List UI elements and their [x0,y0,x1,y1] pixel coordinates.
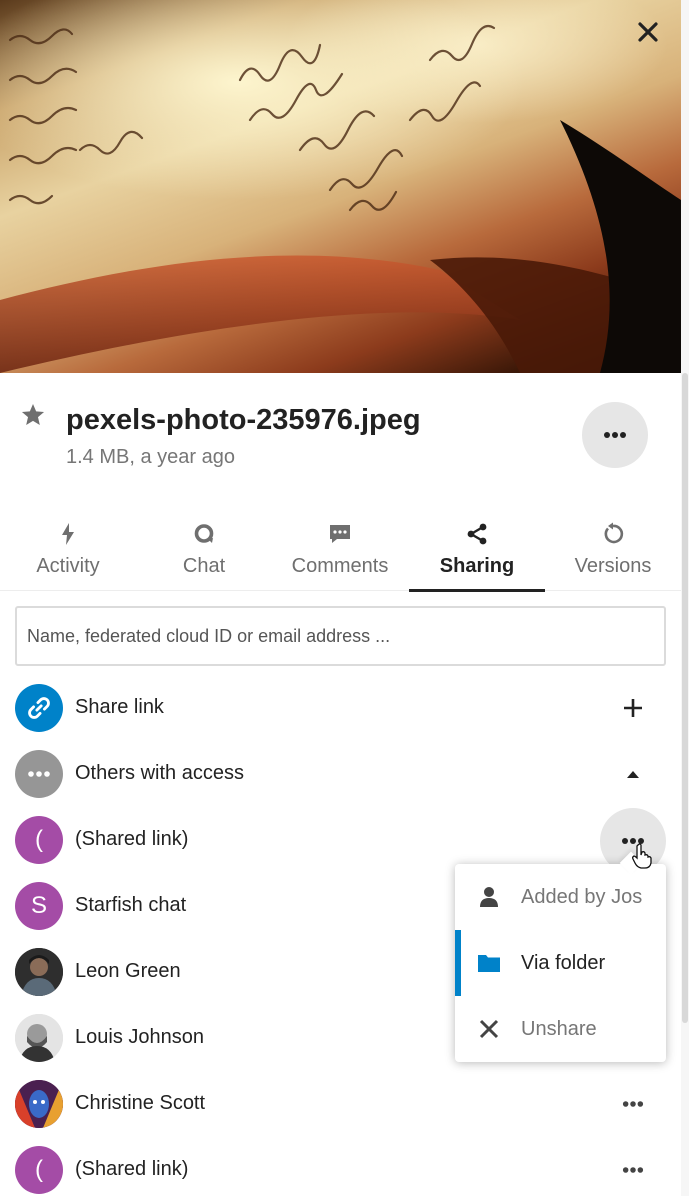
bolt-icon [62,523,74,545]
avatar-letter: ( [35,826,43,853]
menu-item-label: Unshare [521,1018,597,1040]
share-item-row: Christine Scott [15,1080,667,1130]
tab-label: Versions [574,555,652,577]
close-sidebar-button[interactable] [626,16,670,48]
share-item-label: Christine Scott [75,1092,206,1114]
share-item-label: (Shared link) [75,828,189,850]
tab-label: Activity [36,555,100,577]
share-item-row: ( (Shared link) [15,1146,667,1196]
avatar [15,1080,63,1128]
menu-item-via-folder[interactable]: Via folder [455,930,666,996]
tab-label: Sharing [439,555,515,577]
avatar-letter: S [30,892,47,919]
avatar: S [15,882,63,930]
share-item-menu-button[interactable] [613,1154,653,1186]
others-avatar [15,750,63,798]
menu-item-unshare[interactable]: Unshare [455,996,666,1062]
scrollbar-thumb[interactable] [682,373,688,1023]
others-with-access-row[interactable]: Others with access [15,750,667,800]
avatar: ( [15,816,63,864]
user-photo [15,1014,63,1062]
link-icon [28,697,50,719]
share-item-row: ( (Shared link) [15,808,667,874]
more-icon [28,771,50,777]
others-with-access-label: Others with access [75,762,244,784]
file-actions-button[interactable] [582,402,648,468]
tab-versions[interactable]: Versions [545,516,681,591]
user-photo [15,948,63,996]
tab-sharing[interactable]: Sharing [409,516,545,592]
history-icon [604,522,624,544]
tab-activity[interactable]: Activity [0,516,136,591]
menu-item-added-by[interactable]: Added by Jos [455,864,666,930]
close-icon [638,22,658,42]
avatar [15,1014,63,1062]
menu-item-label: Added by Jos [521,886,643,908]
share-item-menu-button[interactable] [613,1088,653,1120]
avatar: ( [15,1146,63,1194]
share-link-label: Share link [75,696,164,718]
avatar-letter: ( [35,1156,43,1183]
more-icon [622,1101,644,1107]
share-link-row: Share link [15,684,667,734]
collapse-others-button[interactable] [613,758,653,790]
user-icon [480,887,498,907]
share-icon [467,523,487,545]
caret-up-icon [627,771,639,778]
chat-icon [194,524,214,543]
more-icon [622,838,644,844]
book-illustration [0,24,681,373]
tab-chat[interactable]: Chat [136,516,272,591]
share-item-label: Leon Green [75,960,181,982]
link-avatar [15,684,63,732]
add-share-link-button[interactable] [613,692,653,724]
file-preview-image [0,0,681,373]
file-meta: 1.4 MB, a year ago [66,446,235,468]
user-photo [15,1080,63,1128]
share-item-label: Starfish chat [75,894,187,916]
comments-icon [330,525,350,543]
more-icon [604,432,626,438]
share-search-input[interactable] [15,606,666,666]
avatar [15,948,63,996]
more-icon [622,1167,644,1173]
folder-icon [478,955,500,972]
sidebar-tabs: Activity Chat Comments Sharing Versions [0,516,681,592]
file-name: pexels-photo-235976.jpeg [66,404,421,436]
tab-comments[interactable]: Comments [272,516,408,591]
menu-item-label: Via folder [521,952,606,974]
favorite-star-icon[interactable] [20,402,46,428]
sidebar-scrollbar[interactable] [681,0,689,1196]
share-item-label: (Shared link) [75,1158,189,1180]
tab-label: Comments [291,555,389,577]
share-item-label: Louis Johnson [75,1026,204,1048]
tab-label: Chat [182,555,226,577]
share-actions-menu: Added by Jos Via folder Unshare [455,864,666,1062]
close-icon [479,1019,499,1039]
plus-icon [624,699,642,717]
